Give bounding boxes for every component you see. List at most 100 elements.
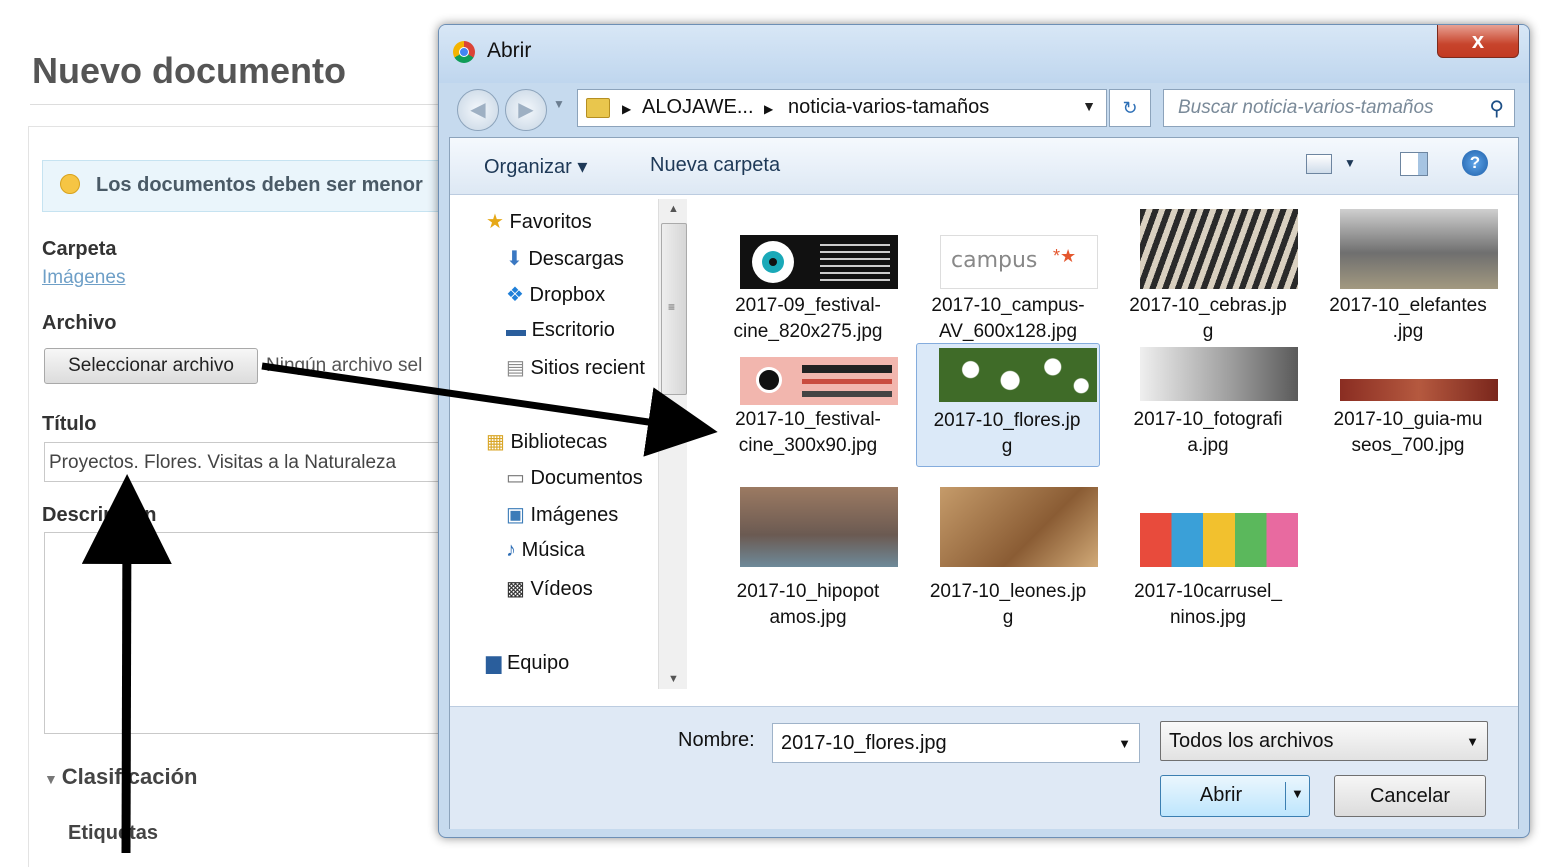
- filename-label: Nombre:: [678, 729, 755, 751]
- sidebar-item-documentos[interactable]: ▭ Documentos: [506, 465, 643, 490]
- address-bar[interactable]: ▶ ALOJAWE... ▶ noticia-varios-tamaños ▼: [577, 89, 1107, 127]
- refresh-icon[interactable]: ↻: [1109, 89, 1151, 127]
- sidebar-item-videos[interactable]: ▩ Vídeos: [506, 576, 593, 601]
- sidebar-item-musica[interactable]: ♪ Música: [506, 539, 585, 562]
- file-item-leones[interactable]: 2017-10_leones.jp g: [918, 487, 1098, 628]
- breadcrumb-arrow-icon[interactable]: ▶: [622, 102, 631, 116]
- sidebar-item-sitios-recientes[interactable]: ▤ Sitios recient: [506, 355, 645, 380]
- preview-pane-icon[interactable]: [1400, 152, 1428, 176]
- file-item-festival-cine-820[interactable]: 2017-09_festival-cine_820x275.jpg: [718, 195, 898, 342]
- breadcrumb-current-folder[interactable]: noticia-varios-tamaños: [788, 96, 989, 119]
- sidebar-item-escritorio[interactable]: ▬ Escritorio: [506, 319, 615, 342]
- file-name: 2017-09_festival-cine_820x275.jpg: [733, 295, 883, 342]
- file-thumbnail: [940, 487, 1098, 567]
- descripcion-textarea[interactable]: [44, 532, 466, 734]
- sidebar-item-label: Música: [521, 539, 585, 561]
- forward-arrow-icon[interactable]: ▶: [505, 89, 547, 131]
- sidebar-item-equipo[interactable]: ▆ Equipo: [486, 650, 569, 675]
- open-file-dialog: Abrir x ◀ ▶ ▼ ▶ ALOJAWE... ▶ noticia-var…: [438, 24, 1530, 838]
- music-icon: ♪: [506, 539, 516, 561]
- no-file-text: Ningún archivo sel: [266, 355, 423, 376]
- campus-logo-text: campus: [951, 248, 1038, 273]
- file-name: 2017-10_cebras.jp g: [1129, 295, 1287, 342]
- open-dropdown-icon[interactable]: ▼: [1291, 786, 1304, 801]
- close-button[interactable]: x: [1437, 25, 1519, 58]
- file-thumbnail: [1340, 379, 1498, 401]
- open-button-label: Abrir: [1199, 784, 1243, 806]
- scrollbar-thumb[interactable]: ≡: [661, 223, 687, 395]
- sidebar-item-dropbox[interactable]: ❖ Dropbox: [506, 282, 605, 307]
- file-item-festival-cine-300[interactable]: 2017-10_festival-cine_300x90.jpg: [718, 343, 898, 465]
- computer-icon: ▆: [486, 652, 502, 674]
- file-thumbnail: [740, 487, 898, 567]
- search-icon[interactable]: ⚲: [1489, 96, 1504, 121]
- open-button[interactable]: Abrir ▼: [1160, 775, 1310, 817]
- file-thumbnail: [1140, 209, 1298, 289]
- sidebar-item-label: Sitios recient: [530, 357, 645, 379]
- stars-icon: *★: [1053, 246, 1077, 266]
- clasificacion-toggle[interactable]: ▼ Clasificación: [44, 764, 197, 790]
- file-item-elefantes[interactable]: 2017-10_elefantes .jpg: [1318, 195, 1498, 342]
- dialog-titlebar[interactable]: Abrir x: [439, 25, 1529, 83]
- downloads-icon: ⬇: [506, 248, 523, 270]
- file-item-flores[interactable]: 2017-10_flores.jp g: [916, 343, 1100, 467]
- recent-places-icon: ▤: [506, 357, 525, 379]
- file-thumbnail: [1140, 347, 1298, 401]
- select-file-button[interactable]: Seleccionar archivo: [44, 348, 258, 384]
- file-thumbnail: [939, 348, 1097, 402]
- back-arrow-icon[interactable]: ◀: [457, 89, 499, 131]
- filename-input[interactable]: 2017-10_flores.jpg ▼: [772, 723, 1140, 763]
- lightbulb-icon: [60, 174, 80, 194]
- sidebar-item-label: Equipo: [506, 652, 570, 674]
- clasificacion-label: Clasificación: [61, 764, 198, 789]
- scroll-down-icon[interactable]: ▼: [668, 673, 679, 685]
- file-item-hipopotamos[interactable]: 2017-10_hipopot amos.jpg: [718, 487, 898, 628]
- sidebar-item-descargas[interactable]: ⬇ Descargas: [506, 246, 624, 271]
- breadcrumb-arrow-icon[interactable]: ▶: [764, 102, 773, 116]
- file-item-carrusel-ninos[interactable]: 2017-10carrusel_ ninos.jpg: [1118, 487, 1298, 628]
- carpeta-link[interactable]: Imágenes: [42, 267, 125, 289]
- triangle-down-icon: ▼: [44, 771, 62, 787]
- file-item-campus-av[interactable]: campus *★ 2017-10_campus- AV_600x128.jpg: [918, 195, 1098, 342]
- filetype-select[interactable]: Todos los archivos ▼: [1160, 721, 1488, 761]
- scroll-up-icon[interactable]: ▲: [668, 203, 679, 215]
- video-icon: ▩: [506, 578, 525, 600]
- file-item-cebras[interactable]: 2017-10_cebras.jp g: [1118, 195, 1298, 342]
- sidebar-item-imagenes[interactable]: ▣ Imágenes: [506, 502, 618, 527]
- sidebar-item-label: Dropbox: [529, 284, 606, 306]
- sidebar-item-label: Favoritos: [509, 211, 592, 233]
- view-dropdown-icon[interactable]: ▼: [1344, 156, 1356, 170]
- cancel-button[interactable]: Cancelar: [1334, 775, 1486, 817]
- archivo-label: Archivo: [42, 312, 117, 334]
- sidebar-item-label: Imágenes: [530, 504, 619, 526]
- view-icon[interactable]: [1306, 154, 1332, 174]
- file-item-guia-museos[interactable]: 2017-10_guia-mu seos_700.jpg: [1318, 343, 1498, 465]
- file-item-fotografia[interactable]: 2017-10_fotografi a.jpg: [1118, 343, 1298, 465]
- command-toolbar: Organizar ▾ Nueva carpeta ▼ ?: [450, 138, 1518, 195]
- titulo-input[interactable]: Proyectos. Flores. Visitas a la Naturale…: [44, 442, 464, 482]
- history-dropdown-icon[interactable]: ▼: [553, 97, 565, 111]
- organize-menu[interactable]: Organizar ▾: [484, 154, 587, 179]
- file-name: 2017-10_leones.jp g: [929, 581, 1087, 628]
- filename-dropdown-icon[interactable]: ▼: [1118, 736, 1131, 751]
- file-name: 2017-10_campus- AV_600x128.jpg: [931, 295, 1085, 342]
- file-name: 2017-10carrusel_ ninos.jpg: [1134, 581, 1282, 628]
- breadcrumb-alojawe[interactable]: ALOJAWE...: [642, 96, 754, 119]
- new-folder-button[interactable]: Nueva carpeta: [650, 154, 780, 177]
- folder-icon: [586, 98, 610, 118]
- sidebar-item-label: Descargas: [528, 248, 624, 270]
- file-name: 2017-10_festival-cine_300x90.jpg: [735, 409, 881, 456]
- dropbox-icon: ❖: [506, 284, 524, 306]
- file-name: 2017-10_guia-mu seos_700.jpg: [1333, 409, 1483, 456]
- descripcion-label: Descripción: [42, 504, 157, 526]
- sidebar-item-favoritos[interactable]: ★ Favoritos: [486, 209, 592, 234]
- sidebar-scrollbar[interactable]: ▲ ≡ ▼: [658, 199, 687, 689]
- search-box[interactable]: Buscar noticia-varios-tamaños ⚲: [1163, 89, 1515, 127]
- file-thumbnail: [1140, 513, 1298, 567]
- file-list: 2017-09_festival-cine_820x275.jpg campus…: [688, 195, 1516, 705]
- filetype-dropdown-icon: ▼: [1466, 734, 1479, 749]
- document-icon: ▭: [506, 467, 525, 489]
- address-dropdown-icon[interactable]: ▼: [1082, 98, 1096, 114]
- help-icon[interactable]: ?: [1462, 150, 1488, 176]
- sidebar-item-bibliotecas[interactable]: ▦ Bibliotecas: [486, 429, 607, 454]
